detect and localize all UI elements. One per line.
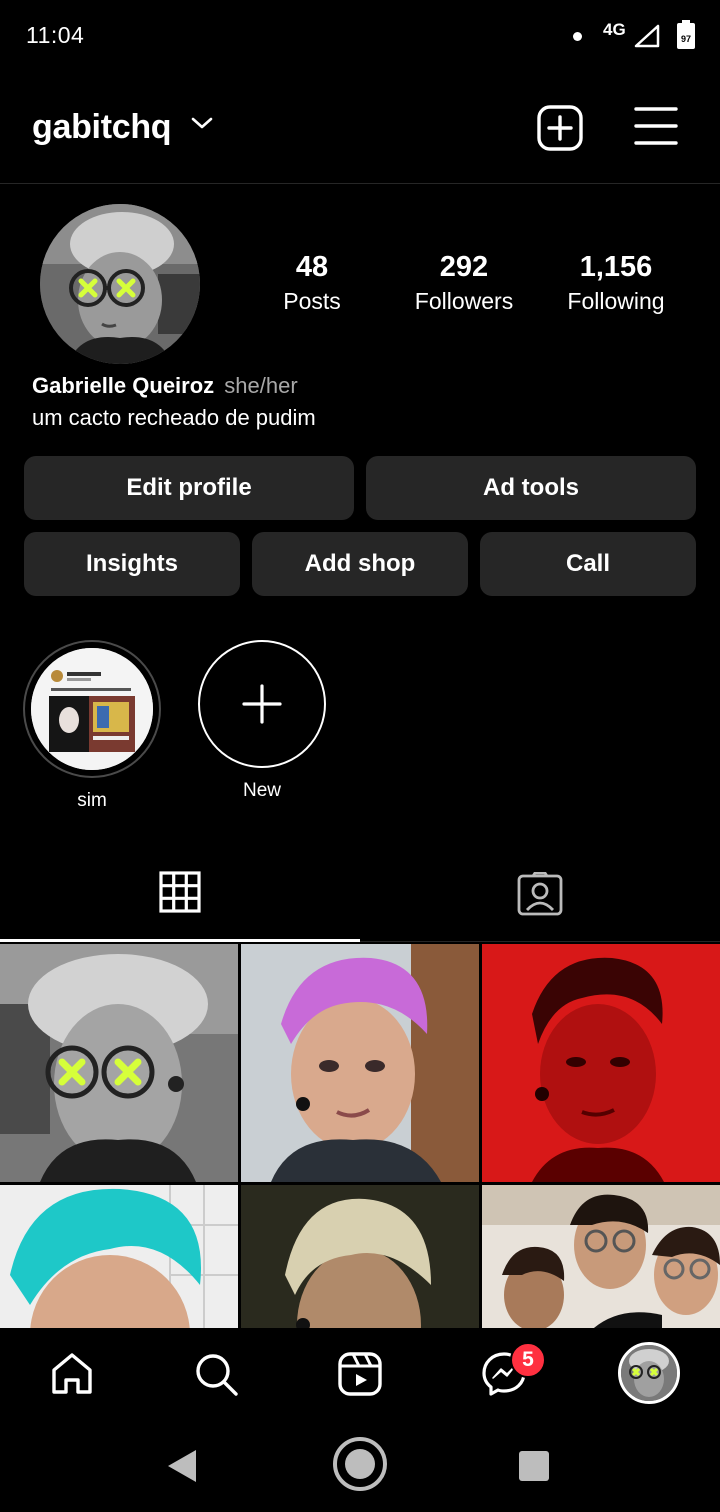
- posts-value: 48: [295, 251, 329, 283]
- messenger-badge: 5: [510, 1342, 546, 1378]
- bio-section: Gabrielle Queiroz she/her um cacto reche…: [32, 370, 316, 434]
- highlight-label: sim: [77, 790, 107, 811]
- status-bar: 11:04 4G 97: [0, 0, 720, 72]
- recents-icon[interactable]: [518, 1450, 550, 1487]
- battery-icon: 97: [676, 20, 696, 55]
- edit-profile-button[interactable]: Edit profile: [24, 456, 354, 520]
- new-highlight[interactable]: New: [192, 640, 332, 802]
- post-thumbnail[interactable]: [241, 1185, 479, 1328]
- grid-icon: [159, 871, 201, 918]
- following-label: Following: [567, 288, 665, 314]
- story-highlight[interactable]: sim: [22, 640, 162, 812]
- posts-label: Posts: [283, 288, 341, 314]
- chevron-down-icon[interactable]: [190, 116, 214, 135]
- post-thumbnail[interactable]: [482, 1185, 720, 1328]
- battery-level: 97: [681, 34, 691, 44]
- search-icon[interactable]: [190, 1348, 242, 1400]
- following-count[interactable]: 1,156 Following: [556, 250, 676, 318]
- followers-label: Followers: [414, 288, 514, 314]
- post-thumbnail[interactable]: [0, 1185, 238, 1328]
- posts-count[interactable]: 48 Posts: [262, 250, 362, 318]
- post-thumbnail[interactable]: [0, 944, 238, 1182]
- system-navigation: [0, 1420, 720, 1512]
- profile-header: gabitchq: [0, 72, 720, 184]
- status-time: 11:04: [26, 22, 85, 48]
- highlight-cover: [23, 640, 161, 778]
- post-thumbnail[interactable]: [241, 944, 479, 1182]
- profile-avatar[interactable]: [40, 204, 200, 364]
- reels-icon[interactable]: [334, 1348, 386, 1400]
- plus-icon: [198, 640, 326, 768]
- tagged-icon: [517, 871, 563, 921]
- insights-button[interactable]: Insights: [24, 532, 240, 596]
- new-post-icon[interactable]: [536, 104, 584, 152]
- profile-tab-avatar[interactable]: [618, 1342, 680, 1404]
- followers-count[interactable]: 292 Followers: [404, 250, 524, 318]
- new-highlight-label: New: [242, 780, 281, 801]
- signal-icon: [634, 24, 660, 53]
- ad-tools-button[interactable]: Ad tools: [366, 456, 696, 520]
- home-icon[interactable]: [46, 1348, 98, 1400]
- home-button-icon[interactable]: [332, 1436, 388, 1497]
- tab-tagged[interactable]: [360, 850, 720, 942]
- display-name: Gabrielle Queiroz: [32, 373, 215, 398]
- back-icon[interactable]: [166, 1448, 198, 1489]
- tab-posts-grid[interactable]: [0, 850, 360, 942]
- add-shop-button[interactable]: Add shop: [252, 532, 468, 596]
- bottom-navigation: 5: [0, 1328, 720, 1420]
- username-switcher[interactable]: gabitchq: [32, 108, 172, 147]
- following-value: 1,156: [579, 251, 653, 283]
- bio-text: um cacto recheado de pudim: [32, 405, 316, 430]
- posts-grid: [0, 944, 720, 1328]
- profile-tabs: [0, 850, 720, 942]
- notification-dot-icon: [573, 32, 582, 41]
- network-type: 4G: [603, 20, 626, 39]
- menu-icon[interactable]: [634, 106, 678, 146]
- followers-value: 292: [439, 251, 489, 283]
- post-thumbnail[interactable]: [482, 944, 720, 1182]
- call-button[interactable]: Call: [480, 532, 696, 596]
- pronouns: she/her: [224, 373, 298, 398]
